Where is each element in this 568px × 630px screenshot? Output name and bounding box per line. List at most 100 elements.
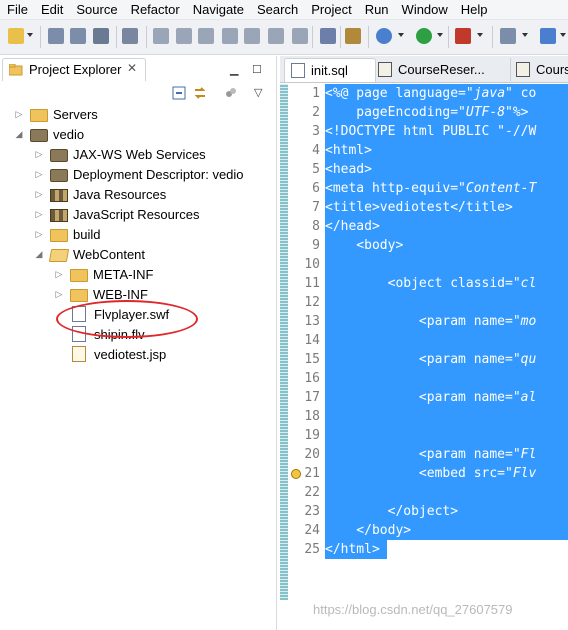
line-number: 14 — [304, 333, 320, 348]
menu-window[interactable]: Window — [395, 0, 454, 19]
file-icon — [72, 326, 86, 342]
collapsed-arrow-icon[interactable]: ▷ — [34, 169, 44, 180]
editor-tab-label: init.sql — [311, 63, 348, 78]
code-line: <embed src="Flv — [325, 464, 568, 483]
menu-run[interactable]: Run — [358, 0, 395, 19]
tree-item-deployment-descriptor-vedio[interactable]: ▷ Deployment Descriptor: vedio — [34, 164, 244, 184]
tree-item-java-resources[interactable]: ▷ Java Resources — [34, 184, 166, 204]
tab-project-explorer[interactable]: Project Explorer ✕ — [2, 58, 146, 81]
step-over-icon[interactable] — [268, 28, 284, 44]
expanded-arrow-icon[interactable]: ◢ — [14, 129, 24, 140]
menu-navigate[interactable]: Navigate — [186, 0, 250, 19]
maximize-icon[interactable]: ☐ — [252, 63, 262, 76]
skip-breakpoints-icon[interactable] — [122, 28, 138, 44]
menu-refactor[interactable]: Refactor — [124, 0, 186, 19]
debug-dropdown-arrow[interactable] — [398, 33, 404, 37]
code-token: java — [473, 86, 506, 101]
new-icon[interactable] — [8, 28, 24, 44]
code-token: </object> — [325, 504, 459, 519]
editor-tab-label: Course — [536, 62, 568, 77]
menu-file[interactable]: File — [0, 0, 34, 19]
tree-item-label: vedio — [53, 126, 85, 142]
line-number: 17 — [304, 390, 320, 405]
collapsed-arrow-icon[interactable]: ▷ — [34, 149, 44, 160]
collapsed-arrow-icon[interactable]: ▷ — [34, 229, 44, 240]
tree-item-meta-inf[interactable]: ▷ META-INF — [54, 264, 153, 284]
java-file-icon — [378, 62, 392, 77]
collapsed-arrow-icon[interactable]: ▷ — [34, 189, 44, 200]
menu-source[interactable]: Source — [69, 0, 123, 19]
tree-item-webcontent[interactable]: ◢ WebContent — [34, 244, 145, 264]
disconnect-icon[interactable] — [222, 28, 238, 44]
step-into-icon[interactable] — [244, 28, 260, 44]
toolbar-separator — [146, 26, 147, 48]
editor-tab[interactable]: init.sql — [284, 58, 376, 82]
step-return-icon[interactable] — [292, 28, 308, 44]
debug-icon[interactable] — [376, 28, 392, 44]
run-icon[interactable] — [416, 28, 432, 44]
external-tools-dropdown-arrow[interactable] — [477, 33, 483, 37]
code-line — [325, 369, 568, 388]
minimize-icon[interactable]: ▁ — [230, 63, 238, 76]
menu-help[interactable]: Help — [454, 0, 494, 19]
tree-item-shipin-flv[interactable]: shipin.flv — [54, 324, 145, 344]
open-task-icon[interactable] — [320, 28, 336, 44]
code-token: <meta http-equiv=" — [325, 181, 466, 196]
print-icon[interactable] — [93, 28, 109, 44]
project-explorer-panel: Project Explorer ✕ ▁ ☐ ▽ ▷ Servers ◢ vedio ▷… — [0, 56, 277, 630]
suspend-icon[interactable] — [176, 28, 192, 44]
editor-tab[interactable]: Course — [510, 58, 568, 81]
tree-item-flvplayer-swf[interactable]: Flvplayer.swf — [54, 304, 169, 324]
menu-search[interactable]: Search — [250, 0, 304, 19]
line-number: 1 — [312, 86, 320, 101]
filter-icon[interactable] — [224, 86, 238, 100]
view-menu-icon[interactable]: ▽ — [254, 86, 262, 99]
line-number: 4 — [312, 143, 320, 158]
link-with-editor-icon[interactable] — [193, 86, 207, 100]
save-icon[interactable] — [48, 28, 64, 44]
collapsed-arrow-icon[interactable]: ▷ — [54, 289, 64, 300]
code-token: Content-T — [465, 181, 537, 196]
code-line: <meta http-equiv="Content-T — [325, 179, 568, 198]
close-icon[interactable]: ✕ — [127, 61, 137, 75]
collapsed-arrow-icon[interactable]: ▷ — [54, 269, 64, 280]
line-number-gutter: 1 2 3 4 5 6 7 8 9 10 11 12 13 14 15 16 17 18 19 20 21 22 23 24 2… — [288, 84, 320, 630]
tree-item-vedio[interactable]: ◢ vedio — [14, 124, 84, 144]
new-server-icon[interactable] — [500, 28, 516, 44]
resume-icon[interactable] — [153, 28, 169, 44]
tree-item-servers[interactable]: ▷ Servers — [14, 104, 98, 124]
tree-item-javascript-resources[interactable]: ▷ JavaScript Resources — [34, 204, 199, 224]
new-java-class-icon[interactable] — [540, 28, 556, 44]
new-server-dropdown-arrow[interactable] — [522, 33, 528, 37]
terminate-icon[interactable] — [198, 28, 214, 44]
collapse-all-icon[interactable] — [172, 86, 186, 100]
code-line: </html> — [325, 540, 387, 559]
menu-edit[interactable]: Edit — [34, 0, 69, 19]
external-tools-icon[interactable] — [455, 28, 471, 44]
code-line: <body> — [325, 236, 568, 255]
new-dropdown-arrow[interactable] — [27, 33, 33, 37]
code-line: <%@ page language="java" co — [325, 84, 568, 103]
save-all-icon[interactable] — [70, 28, 86, 44]
code-token: </head> — [325, 219, 380, 234]
warning-icon[interactable] — [291, 469, 301, 479]
menu-project[interactable]: Project — [304, 0, 357, 19]
descriptor-icon — [50, 168, 68, 182]
code-token: qu — [520, 352, 537, 367]
editor-tab-label: CourseReser... — [398, 62, 485, 77]
open-type-icon[interactable] — [345, 28, 361, 44]
editor-tabs: init.sql CourseReser... Course — [280, 56, 568, 83]
tree-item-web-inf[interactable]: ▷ WEB-INF — [54, 284, 148, 304]
run-dropdown-arrow[interactable] — [437, 33, 443, 37]
tree-item-jax-ws-web-services[interactable]: ▷ JAX-WS Web Services — [34, 144, 206, 164]
tree-item-label: Deployment Descriptor: vedio — [73, 166, 244, 182]
tree-item-build[interactable]: ▷ build — [34, 224, 100, 244]
toolbar-separator — [340, 26, 341, 48]
tree-item-vediotest-jsp[interactable]: vediotest.jsp — [54, 344, 166, 364]
collapsed-arrow-icon[interactable]: ▷ — [34, 209, 44, 220]
collapsed-arrow-icon[interactable]: ▷ — [14, 109, 24, 120]
code-area[interactable]: <%@ page language="java" co pageEncoding… — [325, 84, 568, 630]
expanded-arrow-icon[interactable]: ◢ — [34, 249, 44, 260]
editor-tab[interactable]: CourseReser... — [372, 58, 511, 81]
new-class-dropdown-arrow[interactable] — [560, 33, 566, 37]
